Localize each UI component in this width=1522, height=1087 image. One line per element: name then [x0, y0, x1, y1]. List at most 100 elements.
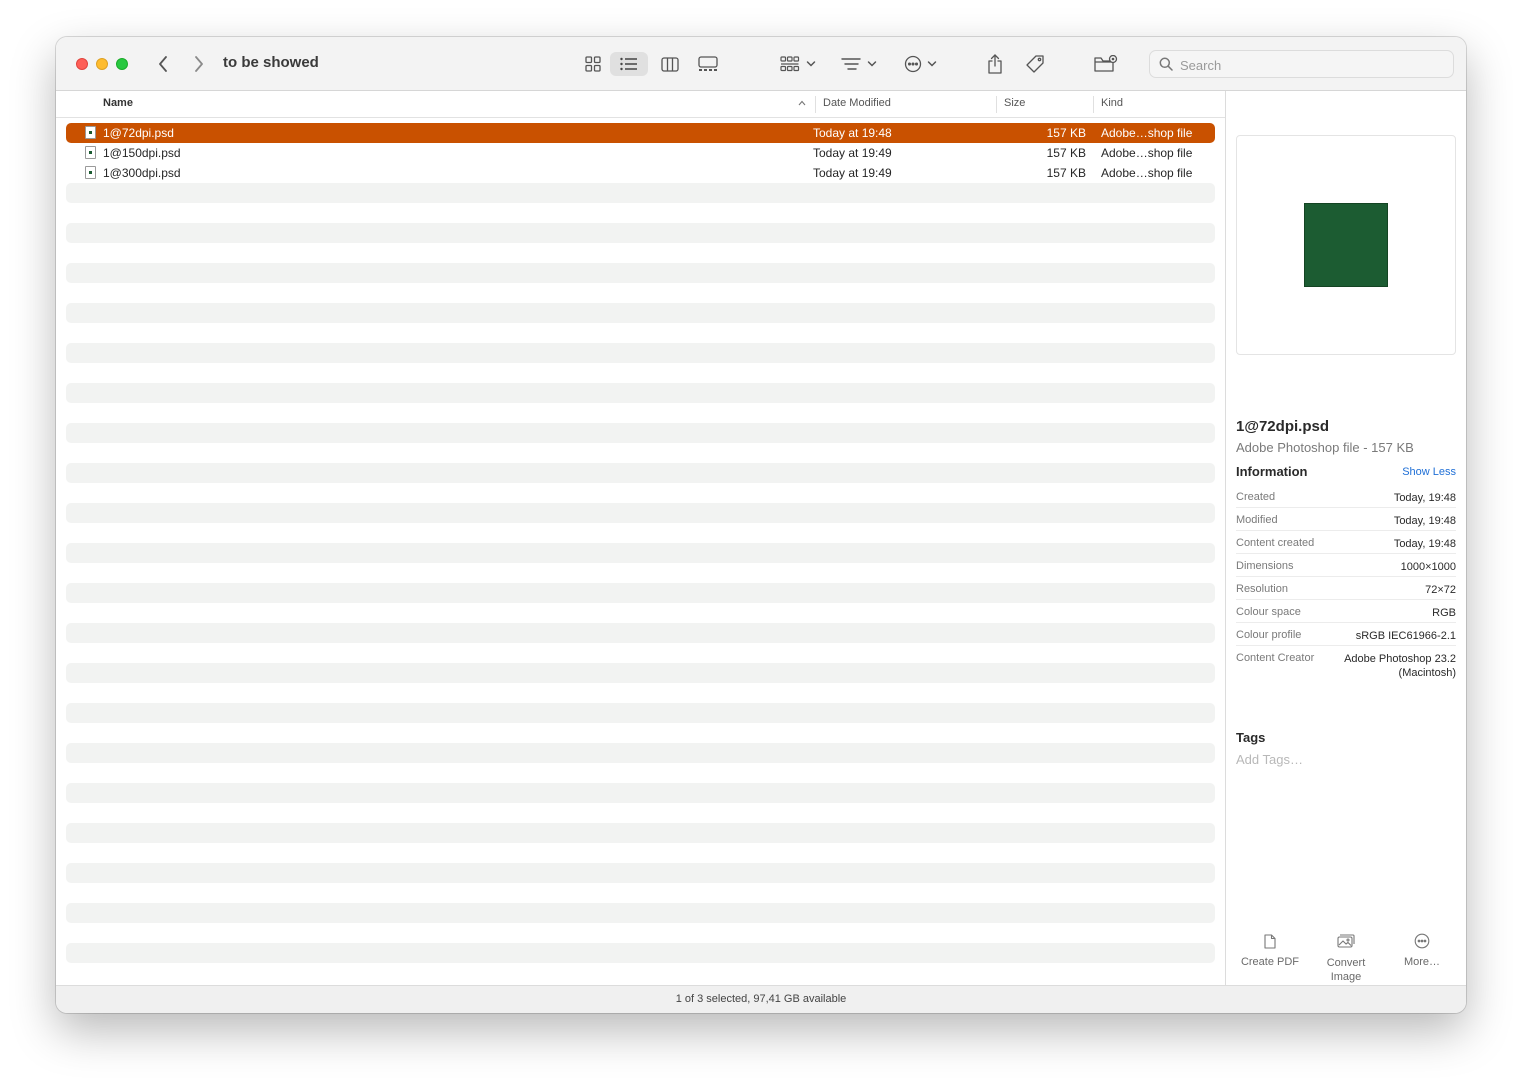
column-separator[interactable] [996, 96, 997, 113]
empty-row [66, 343, 1215, 363]
empty-row [66, 243, 1215, 263]
column-name-header[interactable]: Name [103, 97, 133, 109]
toolbar: to be showed [56, 37, 1466, 91]
search-input[interactable] [1180, 56, 1440, 74]
file-row[interactable]: 1@150dpi.psd Today at 19:49 157 KB Adobe… [66, 143, 1215, 163]
column-separator[interactable] [1093, 96, 1094, 113]
back-button[interactable] [152, 53, 174, 75]
empty-row [66, 303, 1215, 323]
document-icon [1264, 933, 1276, 949]
window-title: to be showed [223, 54, 319, 71]
empty-row [66, 963, 1215, 983]
empty-row [66, 223, 1215, 243]
column-header: Name Date Modified Size Kind [56, 91, 1225, 118]
info-value: sRGB IEC61966-2.1 [1355, 630, 1456, 642]
info-row-resolution: Resolution 72×72 [1236, 577, 1456, 600]
preview-thumbnail [1236, 135, 1456, 355]
column-separator[interactable] [815, 96, 816, 113]
column-size-header[interactable]: Size [1004, 97, 1025, 109]
file-kind: Adobe…shop file [1101, 166, 1193, 180]
info-value: 1000×1000 [1400, 561, 1456, 573]
sort-lines-icon [841, 58, 861, 70]
file-name: 1@300dpi.psd [103, 166, 181, 180]
info-row-dimensions: Dimensions 1000×1000 [1236, 554, 1456, 577]
forward-button[interactable] [188, 53, 210, 75]
empty-row [66, 463, 1215, 483]
file-row[interactable]: 1@72dpi.psd Today at 19:48 157 KB Adobe…… [66, 123, 1215, 143]
show-less-link[interactable]: Show Less [1402, 466, 1456, 478]
empty-row [66, 403, 1215, 423]
empty-row [66, 643, 1215, 663]
more-action[interactable]: More… [1384, 931, 1460, 968]
info-row-modified: Modified Today, 19:48 [1236, 508, 1456, 531]
empty-row [66, 203, 1215, 223]
create-pdf-action[interactable]: Create PDF [1232, 931, 1308, 968]
column-date-header[interactable]: Date Modified [823, 97, 891, 109]
more-label: More… [1403, 956, 1441, 968]
empty-row [66, 743, 1215, 763]
info-key: Dimensions [1236, 560, 1294, 572]
empty-row [66, 543, 1215, 563]
file-row[interactable]: 1@300dpi.psd Today at 19:49 157 KB Adobe… [66, 163, 1215, 183]
info-row-colour-profile: Colour profile sRGB IEC61966-2.1 [1236, 623, 1456, 646]
folder-badge-icon [1094, 55, 1118, 72]
empty-row [66, 263, 1215, 283]
search-field[interactable] [1149, 50, 1454, 78]
zoom-button[interactable] [116, 58, 128, 70]
ellipsis-circle-icon [1414, 933, 1430, 949]
chevron-down-icon [867, 61, 877, 67]
group-button[interactable] [778, 52, 818, 76]
share-button[interactable] [984, 52, 1006, 76]
empty-row [66, 183, 1215, 203]
tags-button[interactable] [1023, 52, 1047, 76]
preview-file-name: 1@72dpi.psd [1236, 418, 1329, 435]
add-tags-field[interactable]: Add Tags… [1236, 752, 1303, 767]
empty-row [66, 923, 1215, 943]
empty-row [66, 483, 1215, 503]
finder-window: to be showed Search Name Date Modified S… [56, 37, 1466, 1013]
empty-row [66, 903, 1215, 923]
empty-row [66, 863, 1215, 883]
info-value: Adobe Photoshop 23.2 (Macintosh) [1344, 653, 1456, 679]
info-key: Created [1236, 491, 1276, 503]
convert-image-action[interactable]: Convert Image [1308, 931, 1384, 984]
column-view-button[interactable] [657, 52, 683, 76]
gallery-icon [698, 56, 718, 71]
info-value: Today, 19:48 [1393, 492, 1456, 504]
gallery-view-button[interactable] [694, 52, 722, 76]
columns-icon [661, 56, 679, 72]
icon-view-button[interactable] [580, 52, 606, 76]
chevron-down-icon [927, 61, 936, 67]
action-menu-button[interactable] [901, 52, 939, 76]
empty-row [66, 583, 1215, 603]
file-kind: Adobe…shop file [1101, 146, 1193, 160]
share-icon [988, 54, 1002, 74]
empty-row [66, 843, 1215, 863]
list-view-button[interactable] [610, 52, 648, 76]
chevron-right-icon [195, 56, 203, 72]
file-size: 157 KB [1046, 146, 1086, 160]
info-key: Content Creator [1236, 652, 1315, 664]
info-key: Content created [1236, 537, 1315, 549]
info-key: Modified [1236, 514, 1278, 526]
info-value: RGB [1432, 607, 1456, 619]
empty-row [66, 283, 1215, 303]
empty-row [66, 523, 1215, 543]
column-kind-header[interactable]: Kind [1101, 97, 1123, 109]
file-name: 1@72dpi.psd [103, 126, 174, 140]
empty-row [66, 823, 1215, 843]
file-rows: 1@72dpi.psd Today at 19:48 157 KB Adobe…… [66, 123, 1215, 983]
tag-icon [1026, 55, 1044, 73]
new-folder-button[interactable] [1093, 52, 1119, 76]
minimize-button[interactable] [96, 58, 108, 70]
file-kind: Adobe…shop file [1101, 126, 1193, 140]
create-pdf-label: Create PDF [1240, 956, 1300, 968]
sort-button[interactable] [838, 52, 880, 76]
preview-pane: 1@72dpi.psd Adobe Photoshop file - 157 K… [1226, 91, 1466, 985]
info-value: 72×72 [1425, 584, 1456, 596]
tags-heading: Tags [1236, 730, 1266, 745]
empty-row [66, 763, 1215, 783]
empty-row [66, 563, 1215, 583]
close-button[interactable] [76, 58, 88, 70]
empty-row [66, 783, 1215, 803]
